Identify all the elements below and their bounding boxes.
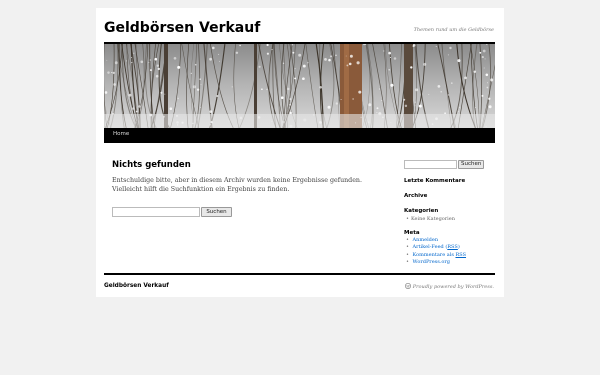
meta-link-login[interactable]: Anmelden xyxy=(413,237,439,243)
sidebar-search-button[interactable]: Suchen xyxy=(458,160,484,169)
meta-link-comments-feed[interactable]: Kommentare als RSS xyxy=(413,252,466,258)
content-search-button[interactable]: Suchen xyxy=(201,207,232,217)
footer-powered-by[interactable]: W Proudly powered by WordPress. xyxy=(404,283,494,291)
sidebar-search-input[interactable] xyxy=(404,160,457,169)
widget-title-categories: Kategorien xyxy=(404,208,439,214)
rss-abbr: RSS xyxy=(455,251,467,258)
category-empty-label: Keine Kategorien xyxy=(410,216,455,222)
header-image xyxy=(104,44,495,128)
rss-abbr: RSS xyxy=(447,244,458,251)
site-title[interactable]: Geldbörsen Verkauf xyxy=(104,20,260,36)
content-text-line-2: Vielleicht hilft die Suchfunktion ein Er… xyxy=(112,186,290,193)
widget-title-archive: Archive xyxy=(404,193,428,199)
main-navigation: Home xyxy=(104,128,495,143)
meta-link-wordpress-org[interactable]: WordPress.org xyxy=(413,259,450,265)
nav-item-home[interactable]: Home xyxy=(113,131,129,137)
footer-divider xyxy=(104,273,495,275)
list-item: Kommentare als RSS xyxy=(406,252,466,259)
wordpress-icon: W xyxy=(404,283,411,291)
meta-link-articles-feed-close: ) xyxy=(457,244,460,251)
meta-link-comments-feed-text: Kommentare als xyxy=(412,251,456,258)
widget-title-recent-comments: Letzte Kommentare xyxy=(404,178,466,184)
page-wrapper: Geldbörsen Verkauf Themen rund um die Ge… xyxy=(96,8,504,297)
content-search-input[interactable] xyxy=(112,207,200,217)
list-item: Keine Kategorien xyxy=(406,216,455,223)
site-description: Themen rund um die Geldbörse xyxy=(413,27,494,33)
meta-link-articles-feed[interactable]: Artikel-Feed (RSS) xyxy=(413,244,460,250)
meta-link-articles-feed-text: Artikel-Feed ( xyxy=(412,244,448,251)
footer-site-title[interactable]: Geldbörsen Verkauf xyxy=(104,283,169,289)
list-item: WordPress.org xyxy=(406,259,466,266)
page-title: Nichts gefunden xyxy=(112,160,191,170)
meta-list: Anmelden Artikel-Feed (RSS) Kommentare a… xyxy=(406,237,466,267)
categories-list: Keine Kategorien xyxy=(406,216,455,223)
list-item: Artikel-Feed (RSS) xyxy=(406,244,466,251)
content-text-line-1: Entschuldige bitte, aber in diesem Archi… xyxy=(112,177,362,184)
footer-powered-text: Proudly powered by WordPress. xyxy=(412,284,494,290)
svg-text:W: W xyxy=(406,284,410,288)
widget-title-meta: Meta xyxy=(404,230,420,236)
